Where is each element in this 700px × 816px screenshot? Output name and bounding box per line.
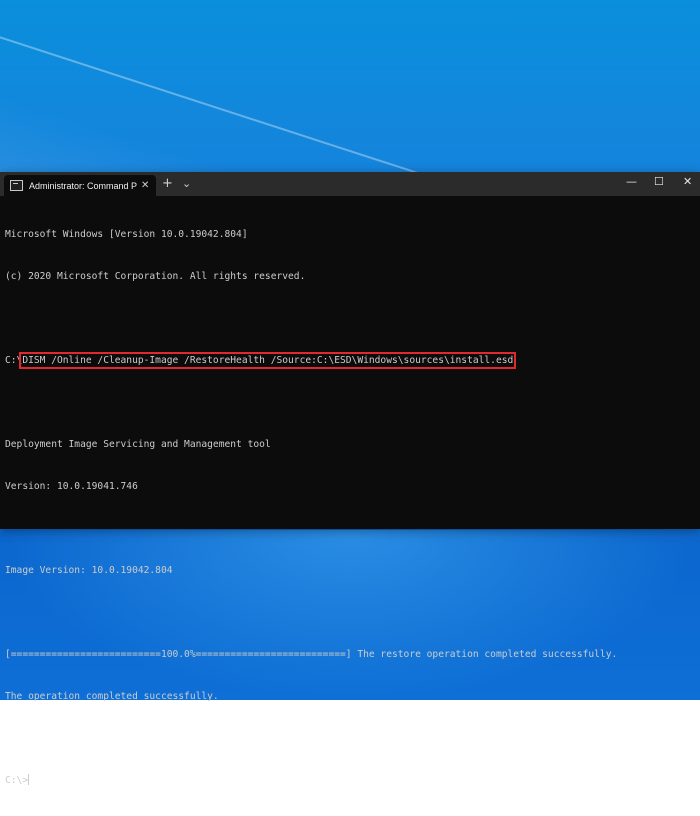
tab-command-prompt[interactable]: Administrator: Command Prompt ✕ bbox=[4, 175, 156, 196]
new-tab-button[interactable]: + bbox=[162, 176, 173, 191]
close-button[interactable]: ✕ bbox=[683, 175, 692, 188]
progress-line: [==========================100.0%=======… bbox=[5, 649, 618, 660]
chevron-down-icon[interactable]: ⌄ bbox=[182, 177, 191, 190]
tool-version-line: Version: 10.0.19041.746 bbox=[5, 481, 138, 492]
command-prompt-window[interactable]: Administrator: Command Prompt ✕ + ⌄ — ☐ … bbox=[0, 172, 700, 786]
tab-close-icon[interactable]: ✕ bbox=[141, 180, 149, 191]
minimize-button[interactable]: — bbox=[626, 175, 637, 188]
highlighted-command: DISM /Online /Cleanup-Image /RestoreHeal… bbox=[19, 352, 517, 369]
prompt-text: C:\ bbox=[5, 355, 23, 366]
copyright-line: (c) 2020 Microsoft Corporation. All righ… bbox=[5, 271, 306, 282]
cmd-icon bbox=[10, 180, 23, 191]
completed-line: The operation completed successfully. bbox=[5, 691, 219, 702]
image-version-line: Image Version: 10.0.19042.804 bbox=[5, 565, 173, 576]
prompt-line[interactable]: C:\> bbox=[5, 774, 695, 788]
tool-name-line: Deployment Image Servicing and Managemen… bbox=[5, 439, 271, 450]
console-output[interactable]: Microsoft Windows [Version 10.0.19042.80… bbox=[5, 200, 695, 816]
command-line: C:\DISM /Online /Cleanup-Image /RestoreH… bbox=[5, 352, 695, 369]
text-cursor bbox=[28, 774, 30, 785]
title-bar[interactable]: Administrator: Command Prompt ✕ + ⌄ — ☐ … bbox=[0, 172, 700, 196]
tab-title: Administrator: Command Prompt bbox=[29, 180, 137, 191]
maximize-button[interactable]: ☐ bbox=[654, 175, 664, 188]
prompt-text: C:\> bbox=[5, 775, 29, 786]
version-line: Microsoft Windows [Version 10.0.19042.80… bbox=[5, 229, 248, 240]
